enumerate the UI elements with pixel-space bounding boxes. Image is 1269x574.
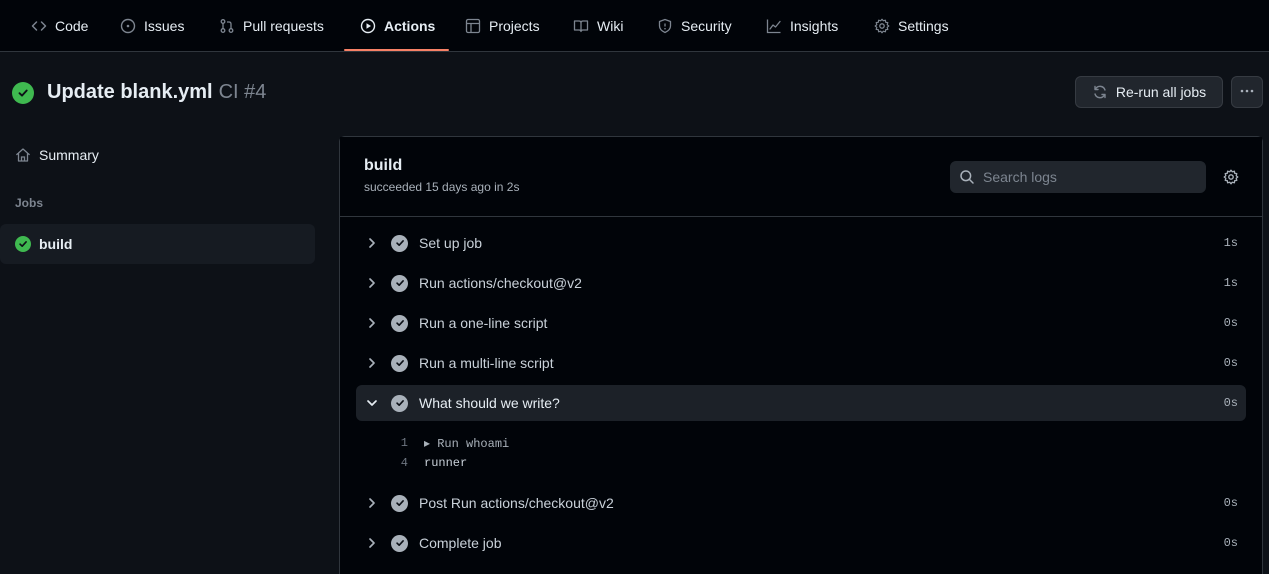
step-duration: 0s bbox=[1223, 316, 1238, 330]
step-name: Set up job bbox=[419, 235, 483, 251]
gear-icon bbox=[1223, 169, 1239, 185]
tab-actions[interactable]: Actions bbox=[360, 0, 435, 52]
step-run-one-line-script[interactable]: Run a one-line script 0s bbox=[356, 305, 1246, 341]
issue-opened-icon bbox=[120, 18, 136, 34]
rerun-all-jobs-button[interactable]: Re-run all jobs bbox=[1075, 76, 1223, 108]
search-logs-input[interactable] bbox=[983, 169, 1203, 185]
log-line-text: ▸ Run whoami bbox=[424, 436, 510, 451]
step-complete-job[interactable]: Complete job 0s bbox=[356, 525, 1246, 561]
sidebar-item-build[interactable]: build bbox=[0, 224, 315, 264]
search-icon bbox=[959, 169, 975, 185]
table-icon bbox=[465, 18, 481, 34]
chevron-down-icon bbox=[364, 397, 380, 409]
step-duration: 0s bbox=[1223, 496, 1238, 510]
tab-security[interactable]: Security bbox=[657, 0, 732, 52]
step-name: What should we write? bbox=[419, 395, 560, 411]
step-duration: 0s bbox=[1223, 356, 1238, 370]
log-line: 4 runner bbox=[392, 453, 467, 473]
tab-label: Pull requests bbox=[243, 18, 324, 34]
check-circle-fill-icon bbox=[391, 314, 408, 332]
tab-insights[interactable]: Insights bbox=[766, 0, 838, 52]
tab-label: Issues bbox=[144, 18, 185, 34]
sidebar-item-label: build bbox=[39, 236, 73, 252]
chevron-right-icon bbox=[364, 357, 380, 369]
job-header: build succeeded 15 days ago in 2s bbox=[340, 137, 1262, 217]
step-what-should-we-write[interactable]: What should we write? 0s bbox=[356, 385, 1246, 421]
tab-settings[interactable]: Settings bbox=[874, 0, 949, 52]
check-circle-fill-icon bbox=[391, 494, 408, 512]
check-circle-fill-icon bbox=[391, 354, 408, 372]
step-duration: 1s bbox=[1223, 236, 1238, 250]
sync-icon bbox=[1092, 84, 1108, 100]
step-set-up-job[interactable]: Set up job 1s bbox=[356, 225, 1246, 261]
page-title: Update blank.yml bbox=[47, 80, 213, 103]
tab-pull-requests[interactable]: Pull requests bbox=[219, 0, 324, 52]
step-duration: 0s bbox=[1223, 396, 1238, 410]
active-tab-indicator bbox=[344, 49, 449, 51]
step-duration: 0s bbox=[1223, 536, 1238, 550]
step-name: Run actions/checkout@v2 bbox=[419, 275, 582, 291]
log-line[interactable]: 1 ▸ Run whoami bbox=[392, 433, 509, 453]
play-icon bbox=[360, 18, 376, 34]
tab-label: Security bbox=[681, 18, 732, 34]
job-title: build bbox=[364, 157, 403, 174]
log-line-number: 1 bbox=[400, 436, 408, 450]
chevron-right-icon bbox=[364, 497, 380, 509]
step-post-run-checkout[interactable]: Post Run actions/checkout@v2 0s bbox=[356, 485, 1246, 521]
search-logs-box[interactable] bbox=[950, 161, 1206, 193]
check-circle-fill-icon bbox=[391, 274, 408, 292]
repo-nav: Code Issues Pull requests Actions Projec… bbox=[0, 0, 1269, 52]
step-run-multi-line-script[interactable]: Run a multi-line script 0s bbox=[356, 345, 1246, 381]
shield-icon bbox=[657, 18, 673, 34]
step-name: Complete job bbox=[419, 535, 502, 551]
run-header: Update blank.yml CI #4 bbox=[12, 77, 266, 107]
check-circle-fill-icon bbox=[391, 394, 408, 412]
tab-wiki[interactable]: Wiki bbox=[573, 0, 623, 52]
sidebar-item-label: Summary bbox=[39, 147, 99, 163]
check-circle-fill-icon bbox=[391, 534, 408, 552]
gear-icon bbox=[874, 18, 890, 34]
tab-label: Projects bbox=[489, 18, 540, 34]
tab-code[interactable]: Code bbox=[31, 0, 88, 52]
tab-projects[interactable]: Projects bbox=[465, 0, 540, 52]
more-options-button[interactable] bbox=[1231, 76, 1263, 108]
step-name: Post Run actions/checkout@v2 bbox=[419, 495, 614, 511]
job-status-text: succeeded 15 days ago in 2s bbox=[364, 180, 520, 194]
step-duration: 1s bbox=[1223, 276, 1238, 290]
code-icon bbox=[31, 18, 47, 34]
log-line-text: runner bbox=[424, 456, 468, 470]
check-circle-fill-icon bbox=[391, 234, 408, 252]
job-log-panel: build succeeded 15 days ago in 2s Set up… bbox=[339, 136, 1263, 574]
book-icon bbox=[573, 18, 589, 34]
rerun-label: Re-run all jobs bbox=[1115, 84, 1207, 100]
workflow-run-number: CI #4 bbox=[218, 80, 267, 103]
check-circle-fill-icon bbox=[12, 82, 34, 104]
tab-label: Actions bbox=[384, 18, 436, 34]
chevron-right-icon bbox=[364, 537, 380, 549]
tab-label: Code bbox=[55, 18, 89, 34]
home-icon bbox=[15, 147, 31, 163]
step-name: Run a one-line script bbox=[419, 315, 548, 331]
tab-label: Wiki bbox=[597, 18, 624, 34]
sidebar-item-summary[interactable]: Summary bbox=[0, 139, 315, 171]
graph-icon bbox=[766, 18, 782, 34]
log-settings-button[interactable] bbox=[1222, 168, 1240, 186]
step-run-checkout[interactable]: Run actions/checkout@v2 1s bbox=[356, 265, 1246, 301]
tab-label: Settings bbox=[898, 18, 949, 34]
chevron-right-icon bbox=[364, 277, 380, 289]
chevron-right-icon bbox=[364, 317, 380, 329]
log-line-number: 4 bbox=[400, 456, 408, 470]
chevron-right-icon bbox=[364, 237, 380, 249]
git-pull-request-icon bbox=[219, 18, 235, 34]
tab-label: Insights bbox=[790, 18, 839, 34]
kebab-horizontal-icon bbox=[1239, 83, 1255, 102]
jobs-heading: Jobs bbox=[15, 196, 44, 210]
tab-issues[interactable]: Issues bbox=[120, 0, 184, 52]
step-name: Run a multi-line script bbox=[419, 355, 554, 371]
check-circle-fill-icon bbox=[15, 236, 31, 252]
